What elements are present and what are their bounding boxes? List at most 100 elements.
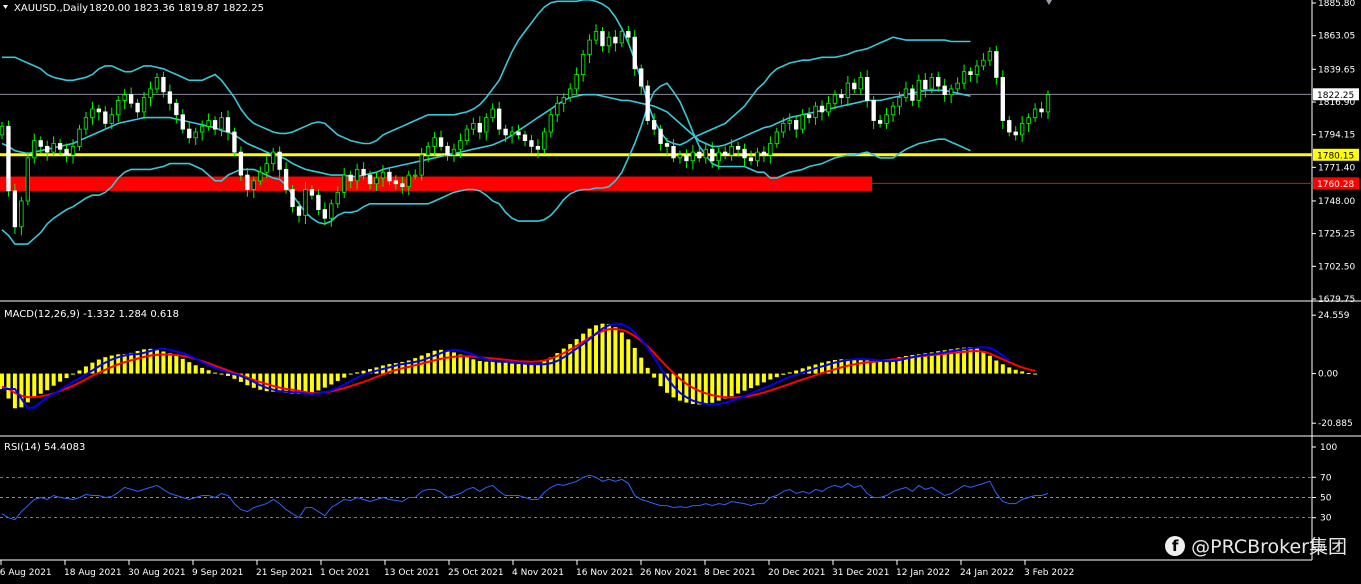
candle — [587, 39, 592, 55]
macd-bar — [697, 373, 702, 405]
macd-bar — [348, 373, 353, 375]
candle — [425, 145, 431, 156]
macd-bar — [703, 373, 708, 404]
macd-bar — [632, 347, 637, 374]
candle — [187, 128, 192, 139]
price-tick-label: 1885.80 — [1318, 0, 1355, 9]
price-tick-label: 1839.65 — [1318, 65, 1355, 75]
macd-bar — [613, 327, 618, 374]
candle — [568, 88, 573, 98]
macd-bar — [645, 367, 650, 374]
candle — [968, 71, 973, 75]
rsi-tick-label: 70 — [1320, 473, 1332, 483]
macd-bar — [981, 350, 986, 374]
candle — [64, 148, 69, 156]
macd-bar — [200, 367, 205, 374]
candle — [1000, 77, 1005, 121]
price-level-label: 1822.25 — [1317, 91, 1354, 101]
candle — [716, 151, 721, 162]
macd-bar — [542, 360, 547, 374]
candle — [981, 59, 986, 67]
candle — [451, 148, 457, 156]
time-tick-label: 18 Aug 2021 — [64, 568, 122, 578]
macd-bar — [774, 373, 779, 378]
time-tick-label: 1 Oct 2021 — [320, 568, 370, 578]
candle — [535, 145, 541, 150]
candle — [277, 151, 282, 170]
candle — [890, 105, 896, 116]
candle — [419, 154, 424, 176]
candle — [509, 131, 515, 136]
candle — [135, 102, 140, 113]
candle — [271, 151, 276, 165]
candle — [57, 143, 63, 150]
candle — [974, 65, 980, 75]
candle — [322, 209, 328, 219]
candle — [380, 171, 386, 179]
macd-bar — [742, 373, 747, 391]
time-tick-label: 24 Jan 2022 — [960, 568, 1014, 578]
candle — [639, 68, 644, 87]
time-tick-label: 12 Jan 2022 — [896, 568, 950, 578]
candle — [651, 120, 657, 130]
candle — [710, 148, 715, 162]
macd-bar — [477, 360, 482, 374]
candle — [400, 183, 405, 187]
candle — [167, 91, 173, 104]
candle — [413, 174, 418, 177]
macd-bar — [451, 352, 456, 374]
candle — [161, 77, 166, 93]
candle — [38, 140, 43, 147]
candle — [258, 171, 263, 182]
candle — [839, 94, 844, 98]
candle — [32, 140, 37, 159]
time-tick-label: 25 Oct 2021 — [448, 568, 504, 578]
candle — [877, 120, 883, 124]
candle — [755, 151, 760, 162]
macd-bar — [122, 354, 127, 374]
candle — [471, 122, 476, 130]
macd-bar — [180, 358, 185, 374]
macd-bar — [458, 354, 463, 374]
macd-bar — [77, 370, 82, 374]
candle — [45, 145, 50, 153]
candle — [1032, 108, 1038, 119]
time-tick-label: 13 Oct 2021 — [384, 568, 440, 578]
candle — [645, 85, 650, 121]
candle — [51, 143, 56, 153]
candle — [329, 203, 334, 219]
candle — [858, 77, 863, 90]
macd-bar — [6, 373, 11, 399]
candle — [283, 168, 289, 190]
macd-bar — [987, 355, 992, 374]
macd-bar — [523, 364, 527, 374]
candle — [884, 114, 889, 124]
candle — [238, 151, 244, 176]
candle — [626, 31, 631, 38]
candle — [819, 105, 825, 113]
candle — [555, 102, 560, 116]
price-tick-label: 1725.25 — [1318, 230, 1355, 240]
candle — [116, 99, 121, 116]
price-tick-label: 1748.00 — [1318, 197, 1355, 207]
candle — [548, 114, 553, 133]
candle — [497, 108, 502, 130]
macd-bar — [213, 372, 218, 374]
rsi-pane-title: RSI(14) 54.4083 — [4, 442, 85, 453]
macd-bar — [187, 362, 192, 374]
candle — [348, 174, 353, 182]
candle — [503, 128, 508, 136]
candle — [794, 120, 799, 130]
macd-bar — [51, 373, 56, 386]
candle — [477, 122, 482, 133]
time-tick-label: 8 Dec 2021 — [704, 568, 756, 578]
candle — [735, 145, 741, 150]
macd-bar — [335, 373, 340, 381]
macd-bar — [748, 373, 753, 389]
candle — [1045, 94, 1051, 113]
candle — [464, 128, 470, 142]
macd-tick-label: 24.559 — [1318, 311, 1350, 321]
trading-chart[interactable]: 1885.801863.051839.651816.901794.151771.… — [0, 0, 1361, 584]
candle — [561, 97, 566, 104]
candle — [25, 157, 30, 202]
